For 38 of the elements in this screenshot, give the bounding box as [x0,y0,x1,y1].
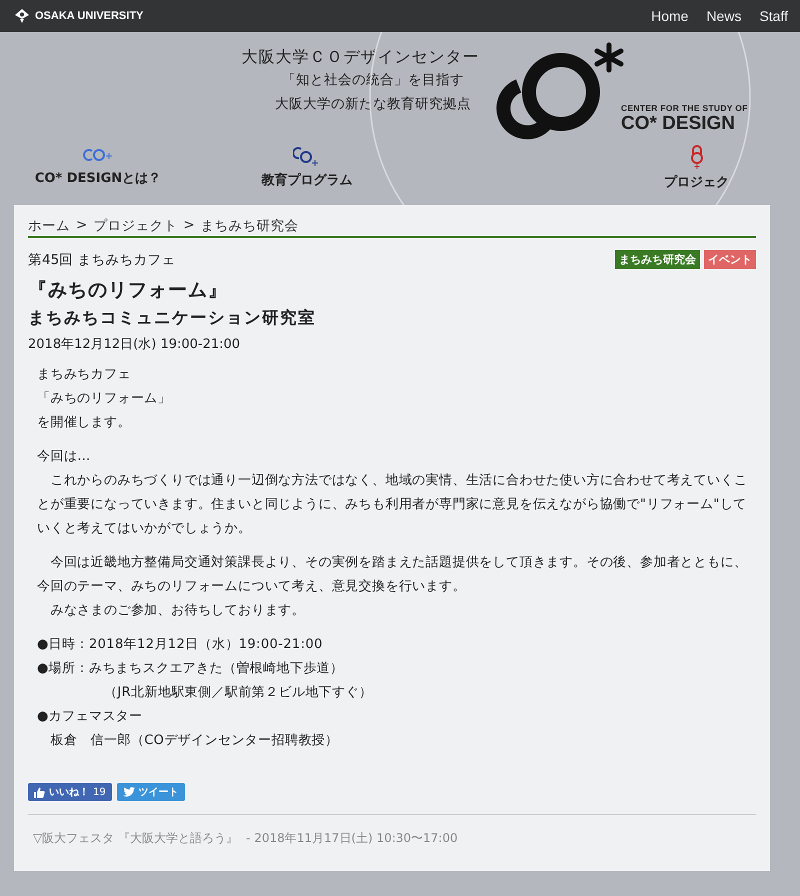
body-text: 今回は… [37,448,92,466]
body-text: ●日時：2018年12月12日（水）19:00-21:00 [37,636,324,654]
breadcrumb-separator: > [76,217,88,235]
university-logo-icon [14,8,30,24]
breadcrumb-link[interactable]: ホーム [28,217,70,235]
like-button[interactable]: いいね！ 19 [28,783,112,801]
logo-title: CO* DESIGN [621,113,736,135]
logo-subtitle: CENTER FOR THE STUDY OF [621,103,748,113]
breadcrumb-separator: > [183,217,195,235]
category-tag[interactable]: まちみち研究会 [615,250,700,269]
body-text: ●カフェマスター [37,708,144,726]
body-text: まちみちカフェ [37,366,132,384]
body-text: ●場所：みちまちスクエアきた（曽根崎地下歩道） [37,660,345,678]
university-name: OSAKA UNIVERSITY [35,10,144,22]
bird-icon [122,787,135,797]
body-text: みなさまのご参加、お待ちしております。 [49,602,306,620]
body-text: これからのみちづくりでは通り一辺倒な方法ではなく、地域の実情、生活に合わせた使い方に合わせて考えていくことが重要になっていきます。住まいと同じように、みちも利用者が専門家に意見を伝えながら協働で"リフォーム"していくと考えてはいかがでしょうか。 [37,472,748,538]
menu-item[interactable]: プロジェク [664,173,729,191]
nav-link[interactable]: Home [651,8,688,24]
co-logo-icon [293,145,321,167]
breadcrumb-link[interactable]: プロジェクト [93,217,178,235]
body-text: （JR北新地駅東側／駅前第２ビル地下すぐ） [102,684,374,702]
event-series: 第45回 まちみちカフェ [28,250,176,268]
menu-item[interactable]: CO* DESIGNとは？ [34,169,162,187]
body-text: 板倉 信一郎（COデザインセンター招聘教授） [49,732,340,750]
body-text: 今回は近畿地方整備局交通対策課長より、その実例を踏まえた話題提供をして頂きます。その後、参加者とともに、今回のテーマ、みちのリフォームについて考え、意見交換を行います。 [37,554,748,596]
body-text: を開催します。 [37,414,132,432]
next-post-date: - 2018年11月17日(土) 10:30〜17:00 [246,830,458,847]
thumbs-up-icon [34,786,45,798]
breadcrumb-link[interactable]: まちみち研究会 [200,217,299,235]
event-date: 2018年12月12日(水) 19:00-21:00 [28,336,242,353]
organizer: まちみちコミュニケーション研究室 [28,307,317,329]
body-text: 「みちのリフォーム」 [37,390,172,408]
center-title: 大阪大学ＣＯデザインセンター [242,47,480,68]
nav-link[interactable]: News [706,8,742,24]
event-title: 『みちのリフォーム』 [28,278,229,303]
menu-item[interactable]: 教育プログラム [262,171,352,189]
nav-link[interactable]: Staff [759,8,788,24]
